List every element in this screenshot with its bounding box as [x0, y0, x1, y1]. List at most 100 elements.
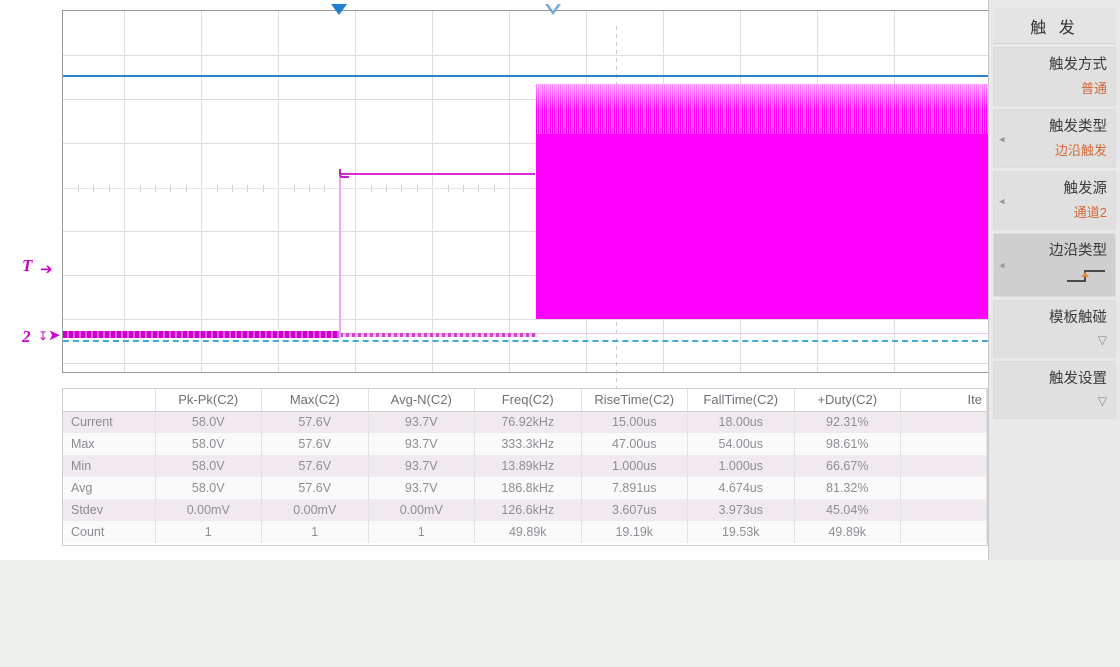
cell: 49.89k: [475, 521, 582, 543]
cell: 76.92kHz: [475, 411, 582, 433]
menu-item-value: 通道2: [1002, 203, 1107, 223]
menu-item-label: 触发源: [1002, 180, 1107, 200]
header-cell: Max(C2): [262, 389, 369, 411]
reference-marker-inner-icon: [548, 4, 558, 11]
cell: 333.3kHz: [475, 433, 582, 455]
cell: 93.7V: [368, 455, 475, 477]
trigger-settings-panel[interactable]: 触 发 触发方式 普通 ◂ 触发类型 边沿触发 ◂ 触发源 通道2 ◂ 边沿类型: [988, 0, 1120, 560]
row-label: Count: [63, 521, 155, 543]
gridline-v: [509, 11, 510, 372]
menu-item-label: 触发类型: [1002, 118, 1107, 138]
table-row: Count 1 1 1 49.89k 19.19k 19.53k 49.89k: [63, 521, 987, 543]
cell: [901, 499, 987, 521]
chevron-down-icon: ▽: [1002, 394, 1107, 408]
cell: 93.7V: [368, 433, 475, 455]
cell: 4.674us: [688, 477, 795, 499]
channel2-ground-label: 2: [22, 327, 31, 347]
gridline-v: [201, 11, 202, 372]
waveform-grid[interactable]: [62, 10, 988, 373]
header-cell: Pk-Pk(C2): [155, 389, 262, 411]
cell: 98.61%: [794, 433, 901, 455]
cell: 58.0V: [155, 411, 262, 433]
cell: [901, 477, 987, 499]
waveform-trace-mid: [341, 173, 535, 175]
cell: 126.6kHz: [475, 499, 582, 521]
gridline-v: [355, 11, 356, 372]
cell: 1.000us: [581, 455, 688, 477]
cell: 93.7V: [368, 477, 475, 499]
cell: 1: [262, 521, 369, 543]
cell: [901, 455, 987, 477]
cursor-y2-line[interactable]: [63, 340, 988, 342]
table-row: Current 58.0V 57.6V 93.7V 76.92kHz 15.00…: [63, 411, 987, 433]
cell: 1: [155, 521, 262, 543]
waveform-trace-low-tail: [340, 333, 536, 337]
cell: 45.04%: [794, 499, 901, 521]
row-label: Min: [63, 455, 155, 477]
rising-edge-icon: [1065, 268, 1107, 289]
header-cell: +Duty(C2): [794, 389, 901, 411]
waveform-burst-noise-top: [536, 84, 988, 110]
oscilloscope-screen: T ➔ 2 ↧ ➤: [0, 0, 1120, 667]
cell: 19.19k: [581, 521, 688, 543]
table-row: Min 58.0V 57.6V 93.7V 13.89kHz 1.000us 1…: [63, 455, 987, 477]
row-label: Max: [63, 433, 155, 455]
cell: 15.00us: [581, 411, 688, 433]
header-cell: [63, 389, 155, 411]
menu-item-edge-type[interactable]: ◂ 边沿类型: [993, 233, 1116, 297]
header-cell: Freq(C2): [475, 389, 582, 411]
cell: 1: [368, 521, 475, 543]
trigger-position-marker-icon[interactable]: [331, 4, 347, 15]
cell: 93.7V: [368, 411, 475, 433]
cell: 186.8kHz: [475, 477, 582, 499]
cell: 0.00mV: [262, 499, 369, 521]
cell: 49.89k: [794, 521, 901, 543]
menu-item-template-touch[interactable]: 模板触碰 ▽: [993, 300, 1116, 358]
menu-item-trigger-setup[interactable]: 触发设置 ▽: [993, 361, 1116, 419]
row-label: Avg: [63, 477, 155, 499]
cell: 18.00us: [688, 411, 795, 433]
menu-item-label: 触发方式: [1002, 56, 1107, 76]
channel2-arrow-icon: ➤: [48, 328, 61, 343]
trigger-position-label: T: [22, 256, 32, 276]
row-label: Stdev: [63, 499, 155, 521]
gridline-v: [432, 11, 433, 372]
cell: 0.00mV: [368, 499, 475, 521]
header-cell: RiseTime(C2): [581, 389, 688, 411]
cell: 47.00us: [581, 433, 688, 455]
chevron-left-icon: ◂: [999, 194, 1005, 207]
table-row: Avg 58.0V 57.6V 93.7V 186.8kHz 7.891us 4…: [63, 477, 987, 499]
status-bar: ZLG® 1 - - - - - Closed -:- - - 2 BwL 10…: [0, 560, 1120, 667]
cell: 19.53k: [688, 521, 795, 543]
menu-item-trigger-type[interactable]: ◂ 触发类型 边沿触发: [993, 109, 1116, 168]
cell: 54.00us: [688, 433, 795, 455]
cell: 1.000us: [688, 455, 795, 477]
cell: 66.67%: [794, 455, 901, 477]
table-row: Max 58.0V 57.6V 93.7V 333.3kHz 47.00us 5…: [63, 433, 987, 455]
gridline-v: [124, 11, 125, 372]
header-cell: Avg-N(C2): [368, 389, 475, 411]
menu-item-value: 边沿触发: [1002, 141, 1107, 161]
panel-title: 触 发: [993, 8, 1116, 44]
cell: 13.89kHz: [475, 455, 582, 477]
cell: 92.31%: [794, 411, 901, 433]
cell: 58.0V: [155, 477, 262, 499]
measurement-statistics-table[interactable]: Pk-Pk(C2) Max(C2) Avg-N(C2) Freq(C2) Ris…: [62, 388, 988, 546]
row-label: Current: [63, 411, 155, 433]
table-row: Stdev 0.00mV 0.00mV 0.00mV 126.6kHz 3.60…: [63, 499, 987, 521]
cell: [901, 411, 987, 433]
menu-item-trigger-mode[interactable]: 触发方式 普通: [993, 47, 1116, 106]
cell: 57.6V: [262, 455, 369, 477]
header-cell: Ite: [901, 389, 987, 411]
cell: 58.0V: [155, 455, 262, 477]
cell: [901, 433, 987, 455]
cell: [901, 521, 987, 543]
waveform-trace-overshoot: [339, 169, 349, 178]
cell: 3.973us: [688, 499, 795, 521]
cell: 7.891us: [581, 477, 688, 499]
cursor-y1-line[interactable]: [63, 75, 988, 77]
waveform-display-area[interactable]: T ➔ 2 ↧ ➤: [0, 0, 988, 380]
cell: 3.607us: [581, 499, 688, 521]
menu-item-trigger-source[interactable]: ◂ 触发源 通道2: [993, 171, 1116, 230]
cell: 81.32%: [794, 477, 901, 499]
